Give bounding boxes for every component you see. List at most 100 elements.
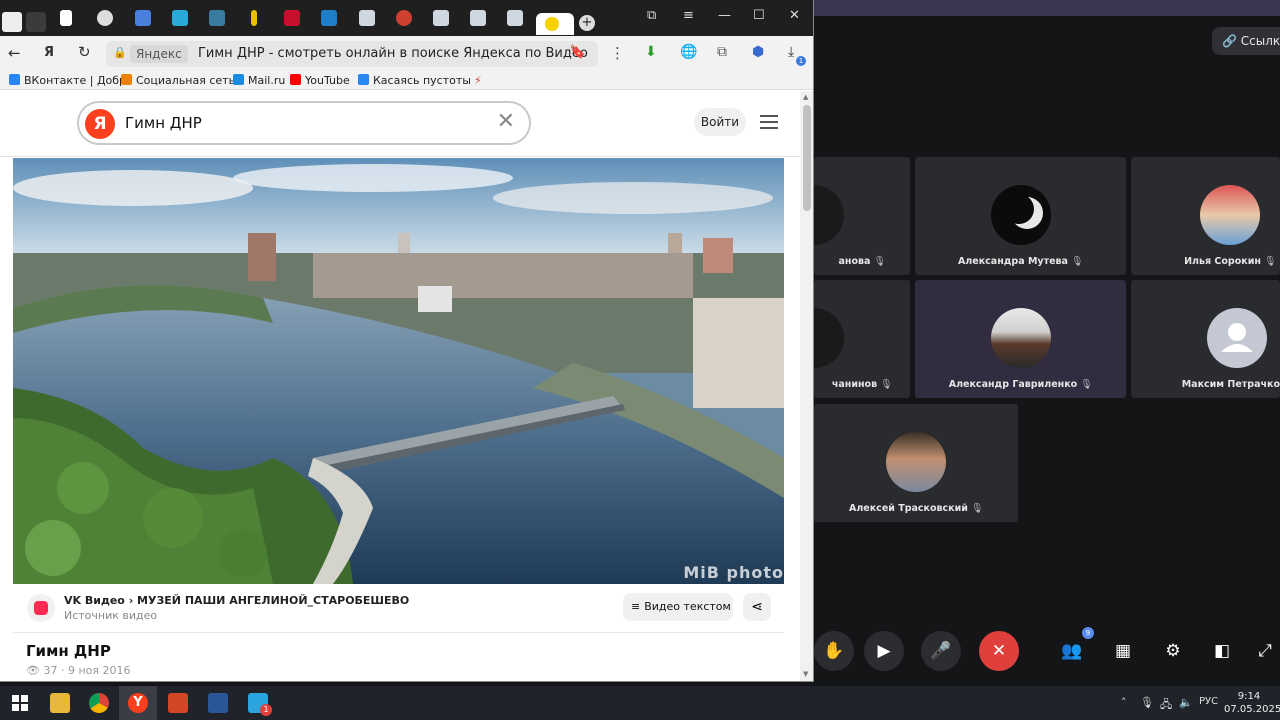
participant-tile[interactable]: Алексей Трасковский 🎙 xyxy=(814,404,1018,522)
tab-icon[interactable] xyxy=(396,10,412,26)
system-clock[interactable]: 9:14 07.05.2025 xyxy=(1224,690,1280,716)
expand-icon: ⤢ xyxy=(1258,641,1272,661)
back-icon[interactable]: ← xyxy=(8,44,21,62)
scrollbar-thumb[interactable] xyxy=(803,105,811,211)
person-placeholder-icon xyxy=(1207,308,1267,368)
lock-icon[interactable]: 🔒 xyxy=(113,46,127,59)
yandex-logo[interactable]: Я xyxy=(85,109,115,139)
close-window-button[interactable]: ✕ xyxy=(789,8,800,23)
tab-icon[interactable] xyxy=(284,10,300,26)
yandex-browser-icon[interactable]: Y xyxy=(128,693,148,713)
video-source-link[interactable]: VK Видео › МУЗЕЙ ПАШИ АНГЕЛИНОЙ_СТАРОБЕШ… xyxy=(64,594,409,607)
raise-hand-button[interactable]: ✋ xyxy=(814,631,854,671)
downloads-icon[interactable]: ⤓ xyxy=(788,44,794,60)
tab-icon[interactable] xyxy=(321,10,337,26)
tab-icon[interactable] xyxy=(135,10,151,26)
tab-icon[interactable] xyxy=(433,10,449,26)
new-tab-button[interactable]: + xyxy=(579,15,595,31)
picture-in-picture-button[interactable]: ◧ xyxy=(1202,631,1242,671)
share-button[interactable]: ⋖ xyxy=(743,593,771,621)
participant-tile[interactable]: Максим Петрачков xyxy=(1131,280,1280,398)
participant-tile[interactable]: Александра Мутева 🎙 xyxy=(915,157,1126,275)
powerpoint-icon[interactable] xyxy=(168,693,188,713)
participant-tile[interactable]: анова 🎙 xyxy=(814,157,910,275)
url-field[interactable]: 🔒 Яндекс Гимн ДНР - смотреть онлайн в по… xyxy=(106,41,598,67)
more-vertical-icon[interactable]: ⋮ xyxy=(610,44,625,62)
bookmark-icon[interactable]: ⚡ xyxy=(474,74,482,87)
layout-button[interactable]: ▦ xyxy=(1103,631,1143,671)
participant-name: Максим Петрачков xyxy=(1181,379,1280,390)
upload-date: 9 ноя 2016 xyxy=(67,664,131,677)
extension-icon[interactable]: ⬢ xyxy=(752,44,764,60)
mic-muted-icon: 🎙 xyxy=(1263,256,1276,267)
text-lines-icon: ≡ xyxy=(631,600,641,613)
tabs-dropdown-button[interactable] xyxy=(26,12,46,32)
participant-name: анова xyxy=(838,256,871,267)
scroll-down-icon[interactable]: ▼ xyxy=(803,670,808,678)
participants-button[interactable]: 👥 9 xyxy=(1052,627,1094,671)
download-arrow-icon[interactable]: ⬇ xyxy=(645,44,657,60)
reload-icon[interactable]: ↻ xyxy=(78,43,91,61)
mail-icon xyxy=(233,74,244,85)
file-explorer-icon[interactable] xyxy=(50,693,70,713)
volume-icon[interactable]: 🔈 xyxy=(1179,696,1193,709)
bookmark-label: Касаясь пустоты xyxy=(373,74,471,87)
search-results-page: Я Гимн ДНР ✕ Войти MiB photo VK Видео › … xyxy=(0,91,800,681)
city-aerial-frame xyxy=(13,158,784,584)
tab-icon[interactable] xyxy=(97,10,113,26)
tab-manager-icon[interactable]: ⧉ xyxy=(647,8,656,23)
bookmark-item[interactable]: Касаясь пустоты xyxy=(358,74,471,87)
minimize-button[interactable]: — xyxy=(718,8,731,23)
microphone-button[interactable]: 🎤 xyxy=(921,631,961,671)
fullscreen-button[interactable]: ⤢ xyxy=(1250,631,1280,671)
tab-icon[interactable] xyxy=(470,10,486,26)
bookmark-item[interactable]: YouTube xyxy=(290,74,350,87)
windows-start-icon[interactable] xyxy=(12,695,28,711)
video-info-card: VK Видео › МУЗЕЙ ПАШИ АНГЕЛИНОЙ_СТАРОБЕШ… xyxy=(13,584,784,681)
tab-icon[interactable] xyxy=(172,10,188,26)
word-icon[interactable] xyxy=(208,693,228,713)
end-call-button[interactable]: ✕ xyxy=(979,631,1019,671)
tab-icon[interactable] xyxy=(359,10,375,26)
collections-icon[interactable]: ⧉ xyxy=(717,44,727,60)
microphone-tray-icon[interactable]: 🎙 xyxy=(1140,696,1154,709)
yandex-home-icon[interactable]: Я xyxy=(44,45,54,60)
scroll-up-icon[interactable]: ▲ xyxy=(803,93,808,101)
active-tab[interactable] xyxy=(536,13,574,35)
chevron-up-icon[interactable]: ˄ xyxy=(1121,696,1127,709)
camera-button[interactable]: ▶ xyxy=(864,631,904,671)
video-player[interactable]: MiB photo xyxy=(13,158,784,584)
search-box[interactable]: Я Гимн ДНР ✕ xyxy=(77,101,531,145)
bookmark-item[interactable]: Социальная сеть xyxy=(121,74,235,87)
video-title[interactable]: Гимн ДНР xyxy=(26,642,111,660)
close-icon[interactable]: ✕ xyxy=(497,109,515,134)
participant-tile[interactable]: чанинов 🎙 xyxy=(814,280,910,398)
settings-button[interactable]: ⚙ xyxy=(1153,631,1193,671)
sound-tab-icon[interactable] xyxy=(2,12,22,32)
avatar xyxy=(1200,185,1260,245)
participant-tile[interactable]: Илья Сорокин 🎙 xyxy=(1131,157,1280,275)
copy-link-button[interactable]: 🔗 Ссылка xyxy=(1212,27,1280,55)
maximize-button[interactable]: ☐ xyxy=(753,8,765,23)
chrome-icon[interactable] xyxy=(89,693,109,713)
tab-icon[interactable] xyxy=(251,10,257,26)
bookmark-icon[interactable]: 🔖 xyxy=(570,45,586,60)
tab-icon[interactable] xyxy=(507,10,523,26)
tab-icon[interactable] xyxy=(60,10,72,26)
tab-icon[interactable] xyxy=(209,10,225,26)
search-input[interactable]: Гимн ДНР xyxy=(125,114,202,132)
telegram-icon[interactable]: 1 xyxy=(248,693,272,716)
network-icon[interactable]: 🖧 xyxy=(1160,696,1172,715)
language-indicator[interactable]: РУС xyxy=(1199,696,1218,707)
participant-name: Алексей Трасковский xyxy=(848,503,968,514)
bookmark-item[interactable]: Mail.ru xyxy=(233,74,285,87)
globe-icon[interactable]: 🌐 xyxy=(680,44,697,60)
bookmark-item[interactable]: ВКонтакте | Добр xyxy=(9,74,126,87)
downloads-badge: 1 xyxy=(796,56,806,66)
login-button[interactable]: Войти xyxy=(694,108,746,136)
menu-icon[interactable]: ≡ xyxy=(683,8,694,23)
scrollbar[interactable]: ▲ ▼ xyxy=(800,91,813,681)
hamburger-menu-icon[interactable] xyxy=(760,115,778,129)
video-as-text-button[interactable]: ≡ Видео текстом xyxy=(623,593,733,621)
participant-tile[interactable]: Александр Гавриленко 🎙 xyxy=(915,280,1126,398)
